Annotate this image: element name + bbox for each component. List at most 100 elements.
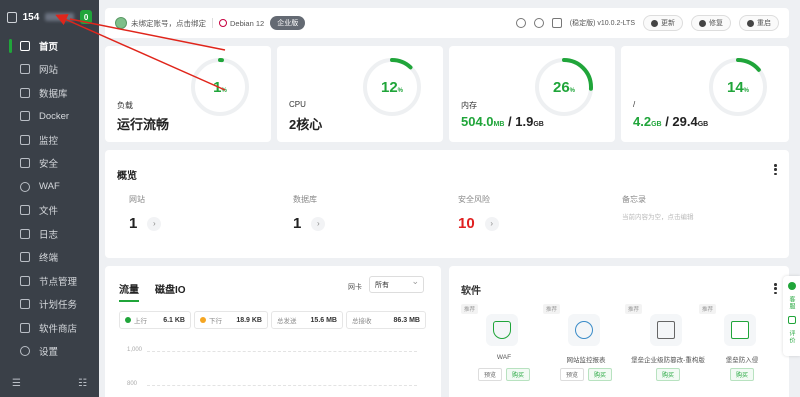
cpu-label: CPU — [289, 100, 306, 109]
buy-button[interactable]: 购买 — [729, 368, 754, 381]
sidebar-item-terminal[interactable]: 终端 — [0, 246, 99, 270]
lock-window-icon — [650, 314, 682, 346]
software-actions: 购买 — [699, 368, 785, 381]
software-name: 堡垒防入侵 — [725, 357, 759, 364]
theme-icon[interactable] — [515, 18, 526, 28]
downstream-stat: 下行 18.9 KB — [194, 311, 268, 329]
waf-icon — [20, 181, 30, 192]
review-link[interactable]: 评价 — [787, 330, 796, 344]
recommend-tag: 推荐 — [461, 304, 479, 314]
upstream-label-text: 上行 — [134, 318, 147, 325]
recommend-tag: 推荐 — [625, 304, 643, 314]
collapse-menu-icon[interactable]: ☰ — [12, 378, 21, 389]
overview-title: 概览 — [117, 171, 137, 182]
sidebar-item-monitor[interactable]: 监控 — [0, 128, 99, 152]
buy-button[interactable]: 购买 — [588, 368, 613, 381]
sidebar-item-files[interactable]: 文件 — [0, 199, 99, 223]
avatar[interactable] — [115, 17, 127, 29]
sidebar-item-website[interactable]: 网站 — [0, 58, 99, 82]
edition-badge: 企业版 — [270, 16, 306, 30]
total-sent-stat: 总发送 15.6 MB — [271, 311, 343, 329]
overview-number: 10 › — [458, 215, 499, 232]
chevron-right-icon[interactable]: › — [147, 216, 162, 231]
overview-website[interactable]: 网站 1 › — [129, 194, 162, 232]
wrench-icon — [699, 19, 706, 27]
sidebar-item-logs[interactable]: 日志 — [0, 222, 99, 246]
chevron-right-icon[interactable]: › — [311, 216, 326, 231]
preview-button[interactable]: 预览 — [477, 368, 502, 381]
overview-number: 1 › — [293, 215, 326, 232]
more-icon[interactable] — [774, 164, 777, 175]
store-icon — [20, 322, 30, 333]
layout-toggle-icon[interactable]: ☷ — [78, 378, 87, 389]
memory-percent: 26% — [533, 56, 595, 118]
software-card: 软件 推荐 WAF 预览 购买 推荐 网站监控报表 预览 购买 推荐 堡垒企业级防篡… — [449, 266, 789, 397]
percent-sign: % — [743, 88, 750, 94]
total-sent-label: 总发送 — [277, 318, 297, 325]
sidebar-item-docker[interactable]: Docker — [0, 105, 99, 129]
overview-security-risk[interactable]: 安全风险 10 › — [458, 194, 499, 232]
server-header[interactable]: 154 0 — [0, 0, 99, 34]
customer-service-link[interactable]: 客服 — [787, 296, 796, 310]
chevron-right-icon[interactable]: › — [484, 216, 499, 231]
repair-button[interactable]: 修复 — [691, 15, 731, 31]
total-sent-value: 15.6 MB — [310, 316, 337, 324]
tab-traffic[interactable]: 流量 — [119, 281, 139, 302]
sidebar-item-label: 日志 — [39, 229, 59, 241]
recommend-tag: 推荐 — [543, 304, 561, 314]
monitor-icon — [20, 134, 30, 145]
overview-memo[interactable]: 备忘录 当前内容为空，点击编辑 — [622, 194, 694, 221]
buy-button[interactable]: 购买 — [655, 368, 680, 381]
preview-button[interactable]: 预览 — [559, 368, 584, 381]
cpu-card[interactable]: 12% CPU 2核心 — [277, 46, 443, 142]
total-received-value: 86.3 MB — [393, 316, 420, 324]
sidebar-item-nodes[interactable]: 节点管理 — [0, 269, 99, 293]
y-tick-label: 1,000 — [127, 347, 143, 353]
downstream-value: 18.9 KB — [236, 316, 262, 324]
more-icon[interactable] — [774, 283, 777, 294]
load-card[interactable]: 1% 负载 运行流畅 — [105, 46, 271, 142]
sidebar-item-label: 首页 — [39, 41, 59, 53]
note-icon[interactable] — [551, 18, 562, 28]
power-icon — [747, 19, 754, 27]
node-icon — [20, 275, 30, 286]
sidebar-item-label: 计划任务 — [39, 300, 78, 312]
buy-button[interactable]: 购买 — [506, 368, 531, 381]
sidebar-item-store[interactable]: 软件商店 — [0, 316, 99, 340]
disk-card[interactable]: 14% / 4.2GB / 29.4GB — [621, 46, 789, 142]
nic-select[interactable]: 所有 — [369, 276, 424, 293]
sidebar-item-cron[interactable]: 计划任务 — [0, 293, 99, 317]
overview-database[interactable]: 数据库 1 › — [293, 194, 326, 232]
nic-label: 网卡 — [348, 284, 362, 291]
disk-label: / — [633, 100, 636, 109]
update-button[interactable]: 更新 — [643, 15, 683, 31]
software-item-waf[interactable]: 推荐 WAF 预览 购买 — [461, 304, 547, 384]
update-icon — [651, 19, 658, 27]
message-badge[interactable]: 0 — [80, 10, 92, 24]
downstream-label: 下行 — [200, 315, 222, 325]
bind-account-link[interactable]: 未绑定账号，点击绑定 — [131, 18, 206, 29]
sidebar-footer: ☰ ☷ — [0, 378, 99, 389]
headset-icon[interactable] — [787, 282, 796, 290]
sidebar-item-home[interactable]: 首页 — [0, 34, 99, 58]
folder-icon — [20, 205, 30, 216]
overview-label: 备忘录 — [622, 195, 646, 204]
sidebar-item-waf[interactable]: WAF — [0, 175, 99, 199]
sidebar-item-security[interactable]: 安全 — [0, 152, 99, 176]
cpu-percent: 12% — [361, 56, 423, 118]
memory-card[interactable]: 26% 内存 504.0MB / 1.9GB — [449, 46, 615, 142]
tab-disk-io[interactable]: 磁盘IO — [155, 281, 186, 302]
software-item-site-monitor[interactable]: 推荐 网站监控报表 预览 购买 — [543, 304, 629, 384]
software-item-intrusion[interactable]: 推荐 堡垒防入侵 购买 — [699, 304, 785, 384]
software-title: 软件 — [461, 286, 481, 297]
load-label: 负载 — [117, 101, 133, 110]
overview-card: 概览 网站 1 › 数据库 1 › 安全风险 10 › 备忘录 当前内容为空，点击编辑 — [105, 150, 789, 258]
sidebar-item-settings[interactable]: 设置 — [0, 340, 99, 364]
bell-icon[interactable] — [533, 18, 544, 28]
version-label: (稳定版) v10.0.2-LTS — [569, 20, 635, 27]
sidebar-item-database[interactable]: 数据库 — [0, 81, 99, 105]
edit-icon[interactable] — [787, 316, 796, 324]
memo-placeholder[interactable]: 当前内容为空，点击编辑 — [622, 211, 694, 221]
separator: / — [504, 114, 516, 129]
restart-button[interactable]: 重启 — [739, 15, 779, 31]
